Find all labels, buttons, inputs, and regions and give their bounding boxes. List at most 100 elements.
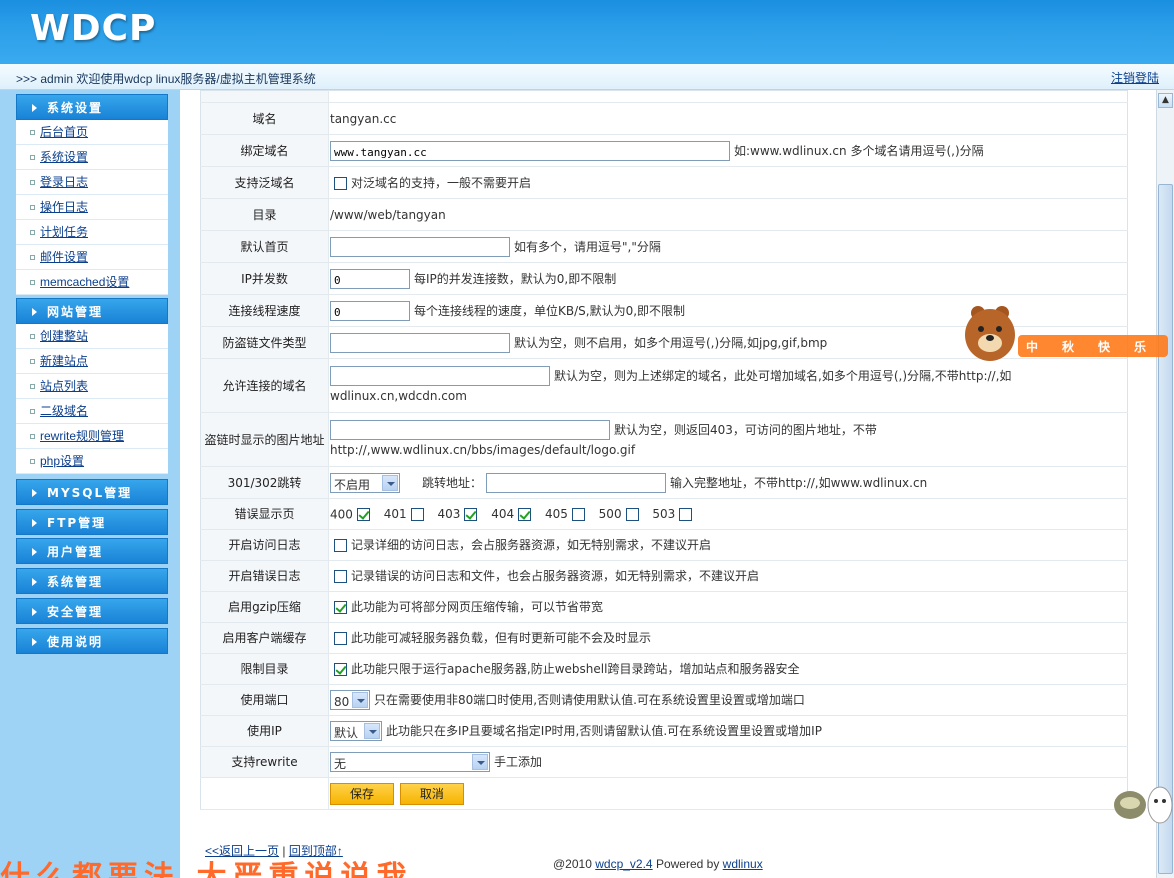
- error-500-checkbox[interactable]: [625, 507, 639, 521]
- bullet-icon: [30, 359, 35, 364]
- sidebar-item-mail[interactable]: 邮件设置: [16, 245, 168, 270]
- wildcard-checkbox[interactable]: [334, 176, 347, 190]
- directory-value: /www/web/tangyan: [330, 207, 446, 222]
- arrow-right-icon: [32, 308, 37, 316]
- sidebar-item-site-list[interactable]: 站点列表: [16, 374, 168, 399]
- error-400-checkbox[interactable]: [356, 507, 370, 521]
- default-page-input[interactable]: [330, 236, 510, 257]
- hotlink-image-hint-example: http://,www.wdlinux.cn/bbs/images/defaul…: [330, 442, 636, 457]
- bullet-icon: [30, 130, 35, 135]
- sidebar-item-cron[interactable]: 计划任务: [16, 220, 168, 245]
- bullet-icon: [30, 230, 35, 235]
- sidebar-item-rewrite-rules[interactable]: rewrite规则管理: [16, 424, 168, 449]
- error-log-checkbox[interactable]: [334, 570, 347, 583]
- menu-head-site-management[interactable]: 网站管理: [16, 298, 168, 324]
- sidebar-item-subdomain[interactable]: 二级域名: [16, 399, 168, 424]
- gzip-checkbox[interactable]: [334, 601, 347, 614]
- label-thread-speed: 连接线程速度: [200, 294, 329, 327]
- label-bind-domain: 绑定域名: [200, 134, 329, 167]
- version-link[interactable]: wdcp_v2.4: [595, 857, 652, 871]
- menu-head-system-settings[interactable]: 系统设置: [16, 94, 168, 120]
- port-select[interactable]: 80: [330, 690, 370, 711]
- limit-dir-checkbox[interactable]: [334, 663, 347, 676]
- main-content: 域名 tangyan.cc 绑定域名 www.tangyan.cc 如:www.w…: [180, 90, 1156, 878]
- error-403-checkbox[interactable]: [464, 507, 478, 521]
- redirect-addr-input[interactable]: [486, 472, 667, 493]
- client-cache-checkbox[interactable]: [334, 632, 347, 645]
- rewrite-hint: 手工添加: [494, 755, 543, 770]
- row-client-cache: 启用客户端缓存 此功能可减轻服务器负载，但有时更新可能不会及时显示: [200, 622, 1128, 654]
- menu-head-system-management[interactable]: 系统管理: [16, 568, 168, 594]
- label-ip: 使用IP: [200, 715, 329, 747]
- save-button[interactable]: 保存: [330, 782, 394, 805]
- sidebar-item-memcached[interactable]: memcached设置: [16, 270, 168, 295]
- bind-domain-hint: 如:www.wdlinux.cn 多个域名请用逗号(,)分隔: [734, 143, 984, 158]
- sidebar-item-system-settings[interactable]: 系统设置: [16, 145, 168, 170]
- label-hotlink-types: 防盗链文件类型: [200, 326, 329, 359]
- welcome-bar: >>> admin 欢迎使用wdcp linux服务器/虚拟主机管理系统 注销登…: [0, 64, 1174, 90]
- label-domain: 域名: [200, 102, 329, 135]
- row-domain: 域名 tangyan.cc: [200, 102, 1128, 135]
- sidebar-item-create-full-site[interactable]: 创建整站: [16, 324, 168, 349]
- arrow-right-icon: [32, 519, 37, 527]
- ip-concurrency-input[interactable]: 0: [330, 268, 410, 289]
- footer-separator: |: [282, 844, 286, 858]
- error-401-checkbox[interactable]: [410, 507, 424, 521]
- allowed-domains-input[interactable]: [330, 365, 550, 386]
- redirect-select[interactable]: 不启用: [330, 472, 400, 493]
- menu-head-users[interactable]: 用户管理: [16, 538, 168, 564]
- back-to-top-link[interactable]: 回到顶部↑: [289, 844, 343, 858]
- error-code-503: 503: [652, 507, 676, 522]
- back-link[interactable]: <<返回上一页: [205, 844, 279, 858]
- menu-head-mysql[interactable]: MYSQL管理: [16, 479, 168, 505]
- menu-group-security: 安全管理: [16, 598, 168, 624]
- sidebar-item-php-settings[interactable]: php设置: [16, 449, 168, 474]
- welcome-text: >>> admin 欢迎使用wdcp linux服务器/虚拟主机管理系统: [16, 72, 316, 86]
- error-503-checkbox[interactable]: [679, 507, 693, 521]
- sidebar-item-admin-home[interactable]: 后台首页: [16, 120, 168, 145]
- app-header: WDCP: [0, 0, 1174, 64]
- error-log-hint: 记录错误的访问日志和文件，也会占服务器资源，如无特别需求，不建议开启: [351, 569, 760, 583]
- rewrite-select[interactable]: 无: [330, 752, 490, 773]
- bullet-icon: [30, 180, 35, 185]
- menu-head-help[interactable]: 使用说明: [16, 628, 168, 654]
- menu-head-ftp[interactable]: FTP管理: [16, 509, 168, 535]
- row-directory: 目录 /www/web/tangyan: [200, 198, 1128, 231]
- scroll-thumb[interactable]: [1158, 184, 1173, 874]
- scroll-up-icon[interactable]: ▲: [1158, 93, 1173, 108]
- mascot-badge-1: 秋: [1062, 339, 1075, 354]
- bind-domain-input[interactable]: www.tangyan.cc: [330, 140, 730, 161]
- row-error-log: 开启错误日志 记录错误的访问日志和文件，也会占服务器资源，如无特别需求，不建议开…: [200, 560, 1128, 592]
- bullet-icon: [30, 280, 35, 285]
- sidebar: 系统设置 后台首页 系统设置 登录日志 操作日志 计划任务 邮件设置 memca…: [0, 90, 180, 878]
- menu-group-ftp: FTP管理: [16, 509, 168, 535]
- arrow-right-icon: [32, 489, 37, 497]
- sidebar-item-operation-log[interactable]: 操作日志: [16, 195, 168, 220]
- row-ip: 使用IP 默认 此功能只在多IP且要域名指定IP时用,否则请留默认值.可在系统设置…: [200, 715, 1128, 747]
- access-log-checkbox[interactable]: [334, 539, 347, 552]
- menu-group-system-management: 系统管理: [16, 568, 168, 594]
- menu-group-system-settings: 系统设置 后台首页 系统设置 登录日志 操作日志 计划任务 邮件设置 memca…: [16, 94, 168, 295]
- ip-select[interactable]: 默认: [330, 721, 382, 742]
- row-ip-concurrency: IP并发数 0 每IP的并发连接数，默认为0,即不限制: [200, 262, 1128, 295]
- sidebar-item-login-log[interactable]: 登录日志: [16, 170, 168, 195]
- brand-link[interactable]: wdlinux: [723, 857, 763, 871]
- cancel-button[interactable]: 取消: [399, 782, 464, 805]
- error-404-checkbox[interactable]: [518, 507, 532, 521]
- hotlink-image-input[interactable]: [330, 419, 610, 440]
- logout-link[interactable]: 注销登陆: [1111, 69, 1159, 86]
- error-405-checkbox[interactable]: [571, 507, 585, 521]
- row-limit-dir: 限制目录 此功能只限于运行apache服务器,防止webshell跨目录跨站，增…: [200, 653, 1128, 685]
- label-error-pages: 错误显示页: [200, 498, 329, 530]
- label-access-log: 开启访问日志: [200, 529, 329, 561]
- allowed-domains-hint: 默认为空，则为上述绑定的域名，此处可增加域名,如多个用逗号(,)分隔,不带htt…: [554, 368, 1012, 383]
- overlay-caption: 什么都要法 大严重说说我: [0, 860, 413, 878]
- row-rewrite: 支持rewrite 无手工添加: [200, 746, 1128, 778]
- row-default-page: 默认首页 如有多个，请用逗号","分隔: [200, 230, 1128, 263]
- sidebar-item-new-site[interactable]: 新建站点: [16, 349, 168, 374]
- vertical-scrollbar[interactable]: ▲: [1156, 90, 1174, 878]
- hotlink-types-input[interactable]: [330, 332, 510, 353]
- thread-speed-input[interactable]: 0: [330, 300, 410, 321]
- menu-head-security[interactable]: 安全管理: [16, 598, 168, 624]
- label-default-page: 默认首页: [200, 230, 329, 263]
